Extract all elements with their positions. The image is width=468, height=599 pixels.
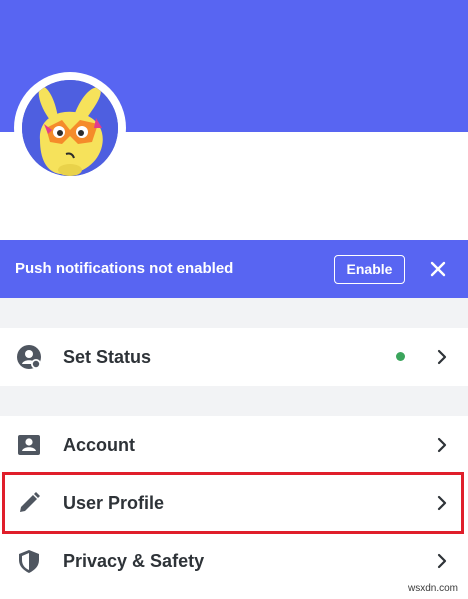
notification-text: Push notifications not enabled [15, 260, 234, 277]
bunny-mascot-icon [22, 80, 118, 176]
section-separator [0, 386, 468, 416]
chevron-right-icon [437, 437, 447, 453]
menu-item-label: Account [63, 435, 135, 455]
shield-icon [19, 550, 39, 573]
online-status-indicator [396, 352, 405, 361]
menu-item-privacy-safety[interactable]: Privacy & Safety [0, 532, 468, 590]
menu-item-set-status[interactable]: Set Status [0, 328, 468, 386]
chevron-right-icon [437, 553, 447, 569]
menu-item-label: Set Status [63, 347, 152, 367]
avatar-image [22, 80, 118, 176]
enable-button[interactable]: Enable [334, 255, 405, 284]
avatar[interactable] [14, 72, 126, 184]
highlight-box [2, 472, 464, 534]
menu-item-label: Privacy & Safety [63, 551, 205, 571]
close-icon[interactable] [428, 259, 448, 279]
watermark: wsxdn.com [408, 583, 459, 594]
push-notification-banner: Push notifications not enabled Enable [0, 240, 468, 298]
section-separator [0, 298, 468, 328]
chevron-right-icon [437, 349, 447, 365]
account-card-icon [18, 435, 40, 455]
status-user-icon [17, 345, 41, 369]
menu-item-account[interactable]: Account [0, 416, 468, 474]
